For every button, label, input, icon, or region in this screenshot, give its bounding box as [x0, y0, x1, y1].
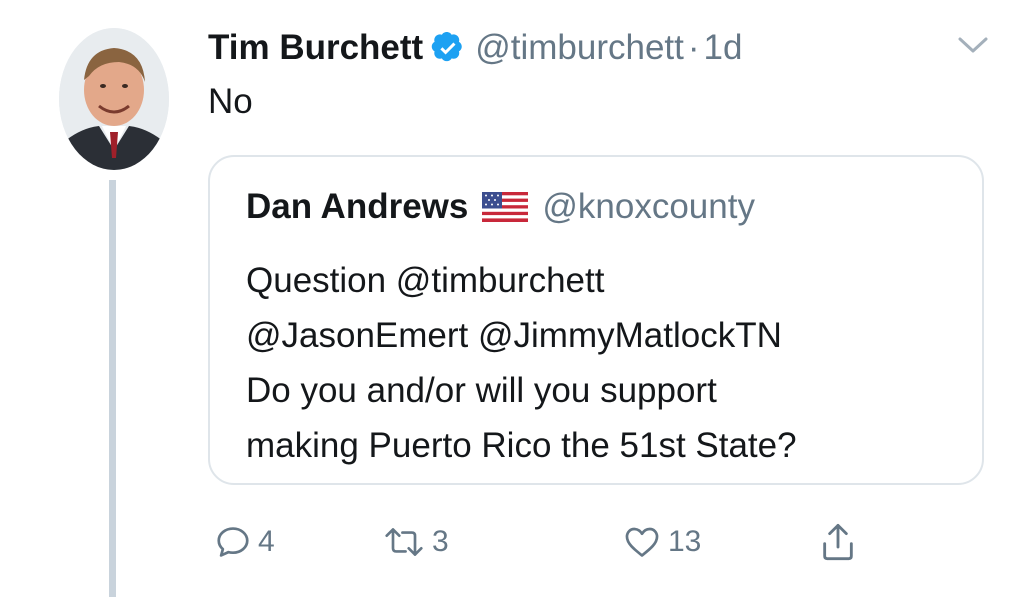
verified-badge-icon	[431, 31, 465, 65]
retweet-icon	[382, 523, 426, 561]
author-avatar[interactable]	[59, 28, 169, 170]
like-icon	[622, 523, 662, 561]
quoted-text-line: Question @timburchett	[246, 261, 605, 300]
retweet-count: 3	[432, 525, 449, 558]
us-flag-icon	[482, 192, 529, 222]
quoted-tweet-header: Dan Andrews @knoxcounty	[246, 187, 755, 227]
quoted-text-line: @JasonEmert @JimmyMatlockTN	[246, 316, 782, 355]
quoted-author-name: Dan Andrews	[246, 187, 469, 226]
quoted-tweet-text: Question @timburchett @JasonEmert @Jimmy…	[246, 253, 946, 473]
author-handle[interactable]: @timburchett	[475, 28, 684, 68]
avatar-image	[59, 28, 169, 170]
reply-icon	[214, 523, 252, 561]
quoted-author-handle: @knoxcounty	[542, 187, 755, 226]
reply-count: 4	[258, 525, 275, 558]
share-icon	[818, 520, 858, 564]
reply-button[interactable]: 4	[214, 518, 275, 566]
quoted-text-line: making Puerto Rico the 51st State?	[246, 426, 797, 465]
separator-dot: ·	[687, 28, 700, 67]
tweet-timestamp[interactable]: 1d	[704, 28, 743, 68]
author-name[interactable]: Tim Burchett	[208, 28, 423, 68]
like-button[interactable]: 13	[622, 518, 701, 566]
tweet-action-bar: 4 3 13	[208, 518, 908, 566]
chevron-down-icon[interactable]	[956, 32, 990, 58]
tweet-header: Tim Burchett @timburchett · 1d	[208, 24, 742, 72]
thread-connector-line	[109, 180, 116, 597]
share-button[interactable]	[818, 518, 858, 566]
retweet-button[interactable]: 3	[382, 518, 449, 566]
like-count: 13	[668, 525, 702, 558]
quoted-text-line: Do you and/or will you support	[246, 371, 717, 410]
quoted-tweet-card[interactable]: Dan Andrews @knoxcounty Question @timbur…	[208, 155, 984, 485]
tweet-text: No	[208, 82, 253, 121]
